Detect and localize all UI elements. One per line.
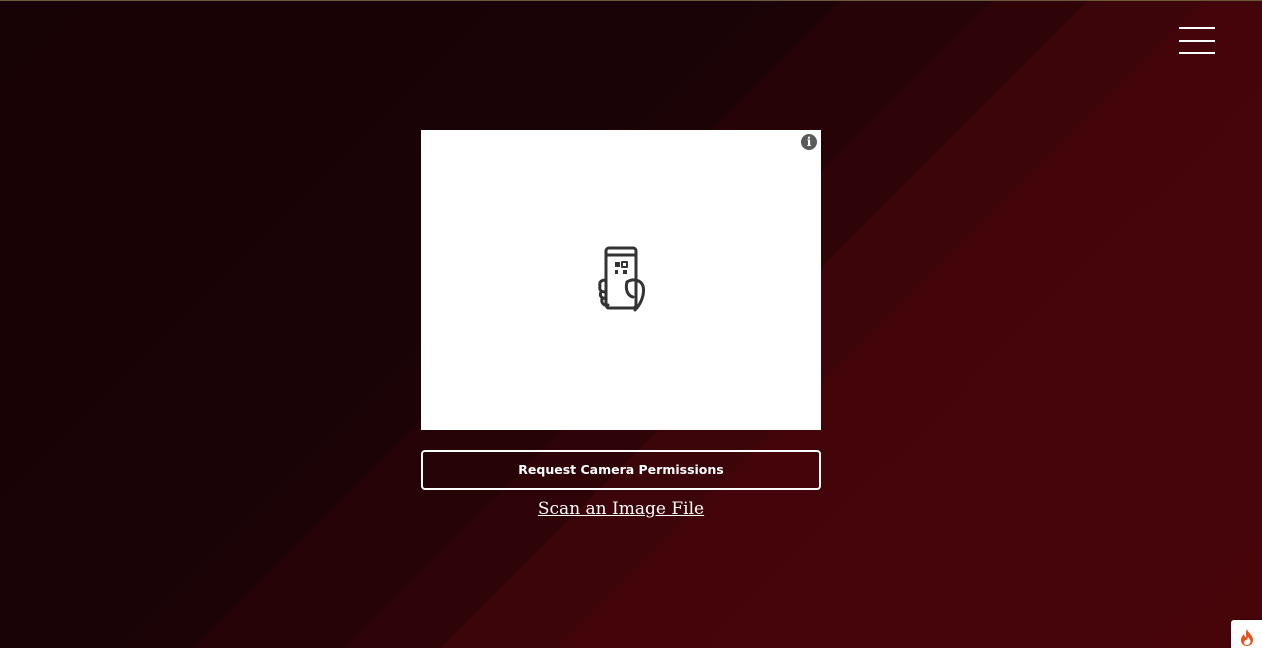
phone-qr-scan-icon bbox=[598, 246, 645, 312]
request-camera-permissions-button[interactable]: Request Camera Permissions bbox=[421, 450, 821, 490]
menu-bar bbox=[1179, 27, 1215, 29]
hamburger-menu-icon[interactable] bbox=[1179, 27, 1215, 55]
menu-bar bbox=[1179, 40, 1215, 42]
qr-scanner-region: i bbox=[421, 130, 821, 430]
menu-bar bbox=[1179, 52, 1215, 54]
flame-icon bbox=[1241, 629, 1253, 646]
scan-image-file-link[interactable]: Scan an Image File bbox=[421, 498, 821, 520]
info-icon[interactable]: i bbox=[801, 134, 817, 150]
corner-badge[interactable] bbox=[1231, 620, 1262, 648]
top-border bbox=[0, 0, 1262, 1]
